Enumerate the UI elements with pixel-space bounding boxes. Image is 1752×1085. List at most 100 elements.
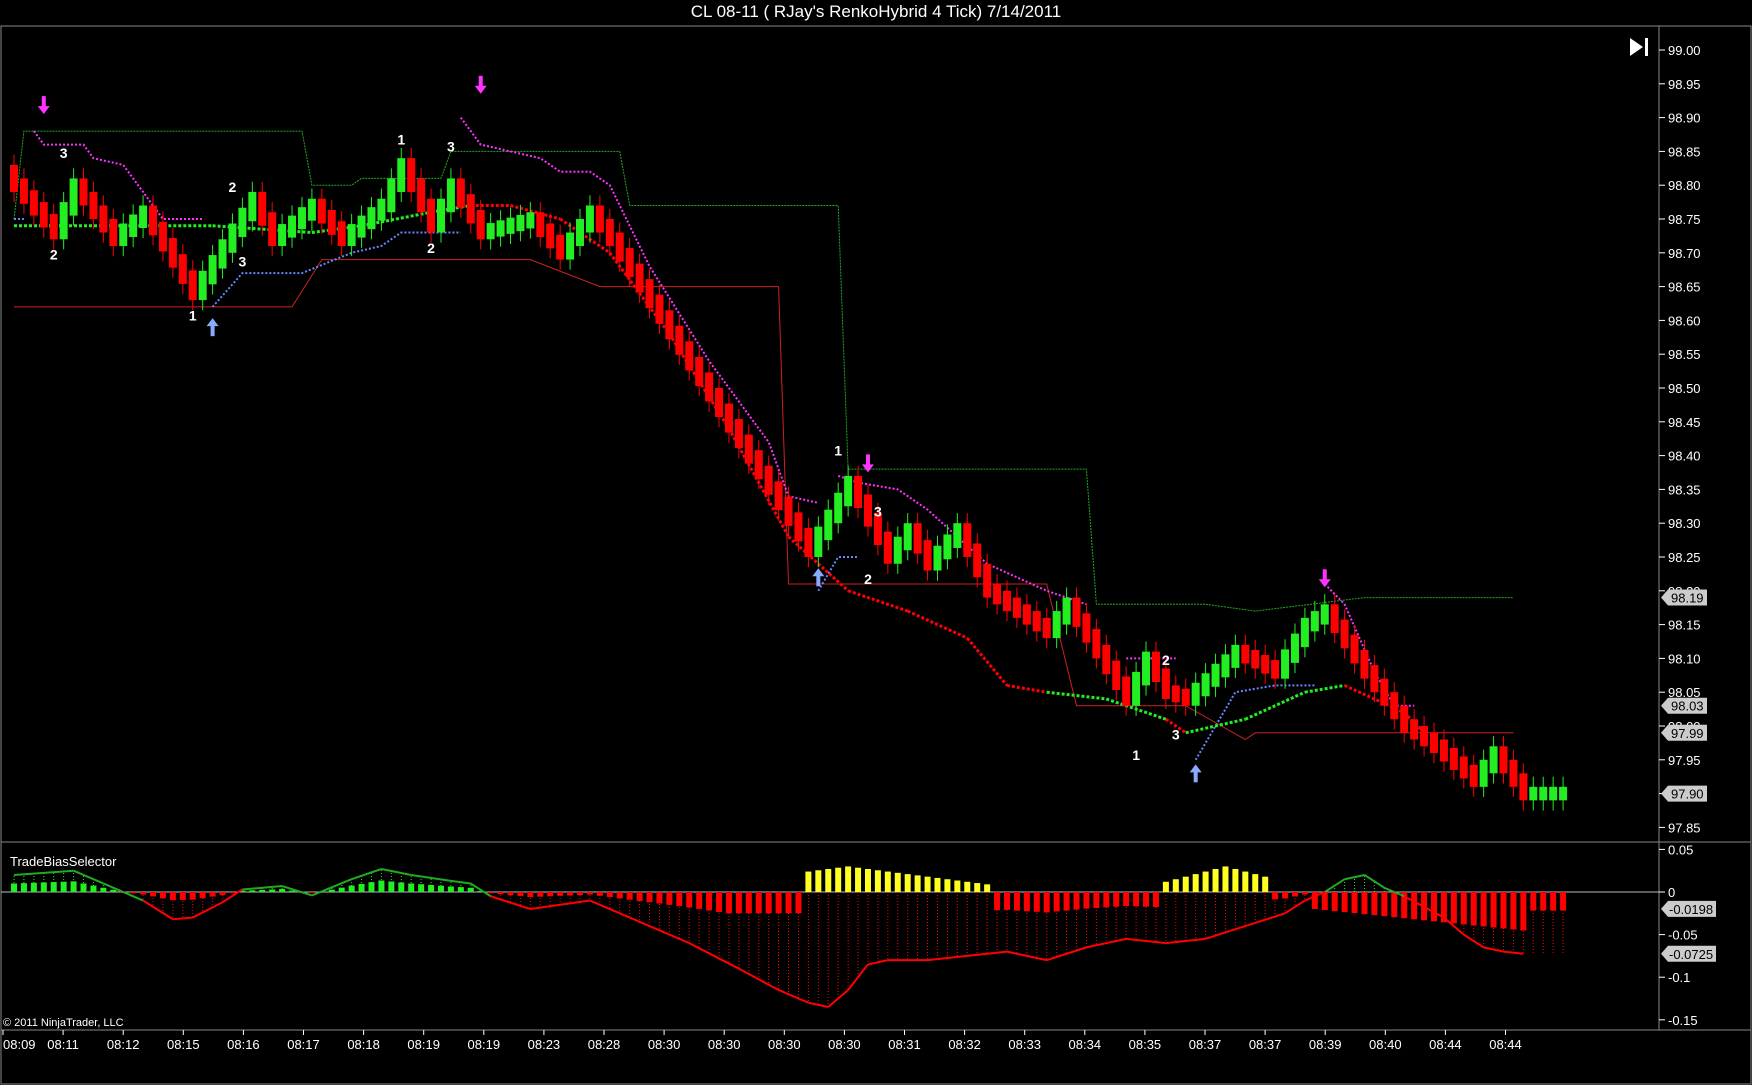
time-tick-label: 08:11 [47,1037,79,1052]
candle-bar [496,220,505,237]
candle-bar [1052,611,1061,639]
price-panel: 3 2 2 3 1 1 3 2 1 3 2 2 1 3 [10,75,1568,811]
histogram-bar [696,892,703,909]
candle-bar [1281,649,1290,679]
chart-canvas[interactable]: 3 2 2 3 1 1 3 2 1 3 2 2 1 3 99.00 98.95 98.90 98.85 98.80… [0,0,1752,1085]
histogram-bar [924,876,931,892]
candle-bar [1529,786,1538,801]
candle-bar [804,527,813,557]
candle-bar [675,325,684,355]
price-badge-label: 98.03 [1671,699,1704,714]
price-tick-label: 97.95 [1668,753,1701,768]
candle-bar [526,212,535,229]
swing-label: 1 [397,132,405,148]
candle-bar [1181,688,1190,706]
indicator-line [1344,873,1365,881]
price-tick-label: 98.50 [1668,381,1701,396]
swing-label: 2 [864,571,872,587]
time-tick-label: 08:37 [1189,1037,1222,1052]
candle-bar [1072,597,1081,627]
time-tick-label: 08:31 [888,1037,921,1052]
moving-average [1304,683,1345,694]
candle-bar [1191,682,1200,706]
indicator-line [778,989,809,1004]
candle-bar [1211,663,1220,687]
time-tick-label: 08:12 [107,1037,140,1052]
candle-bar [744,434,753,464]
price-tick-label: 98.40 [1668,449,1701,464]
candle-bar [327,209,336,235]
histogram-bar [30,882,37,892]
candle-bar [1112,660,1121,690]
candle-bar [963,523,972,557]
candle-bar [724,403,733,433]
price-badge-label: 97.90 [1671,787,1704,802]
indicator-line [73,869,104,885]
price-tick-label: 97.85 [1668,820,1701,835]
candle-bar [1499,746,1508,774]
histogram-bar [1202,871,1209,892]
candle-bar [1122,676,1131,706]
histogram-bar [805,871,812,892]
histogram-bar [894,872,901,892]
indicator-tick-label: -0.1 [1668,970,1690,985]
candle-bar [139,205,148,229]
price-tick-label: 98.30 [1668,516,1701,531]
indicator-tick-label: -0.05 [1668,928,1698,943]
candle-bar [1390,692,1399,720]
histogram-bar [11,883,17,892]
swing-label: 3 [238,253,246,269]
candle-bar [1469,764,1478,787]
histogram-bar [1371,892,1378,916]
histogram-bar [1321,892,1328,911]
buy-arrow-icon [1189,764,1202,783]
candle-bar [178,254,187,284]
candle-bar [109,219,118,247]
candle-bar [1539,786,1548,801]
swing-label: 3 [874,503,882,519]
candle-bar [149,205,158,236]
skip-to-end-icon[interactable] [1630,38,1648,56]
candle-bar [337,221,346,247]
candle-bar [486,223,495,240]
candle-bar [427,198,436,233]
candle-bar [1380,678,1389,706]
candle-bar [1221,654,1230,678]
histogram-bar [1411,892,1418,920]
candle-bar [705,372,714,402]
candle-bar [238,207,247,238]
histogram-bar [1391,892,1398,918]
candle-bar [198,270,207,301]
candle-bar [258,191,267,226]
time-tick-label: 08:44 [1429,1037,1462,1052]
histogram-bar [40,882,47,892]
candle-bar [248,191,257,222]
histogram-bar [50,882,57,892]
indicator-line [847,963,869,991]
candle-bar [1151,651,1160,683]
candle-bar [79,178,88,206]
moving-average [907,609,968,640]
time-tick-label: 08:15 [167,1037,200,1052]
candle-bar [1340,619,1349,649]
candle-bar [307,198,316,221]
indicator-line [13,869,74,876]
histogram-bar [1073,892,1080,910]
histogram-bar [1182,876,1189,892]
candle-bar [89,191,98,219]
candle-bar [516,214,525,232]
resistance-line [13,130,1514,612]
candle-bar [1320,604,1329,625]
candle-bar [715,388,724,418]
candle-bar [1420,726,1429,747]
histogram-bar [408,883,415,892]
swing-label: 3 [60,145,68,161]
histogram-bar [1222,866,1229,892]
time-tick-label: 08:40 [1369,1037,1402,1052]
candle-bar [1042,617,1051,639]
candle-bar [536,212,545,238]
candle-bar [1102,644,1111,675]
swing-label: 1 [1132,747,1140,763]
indicator-line [281,885,313,897]
candle-bar [615,232,624,262]
